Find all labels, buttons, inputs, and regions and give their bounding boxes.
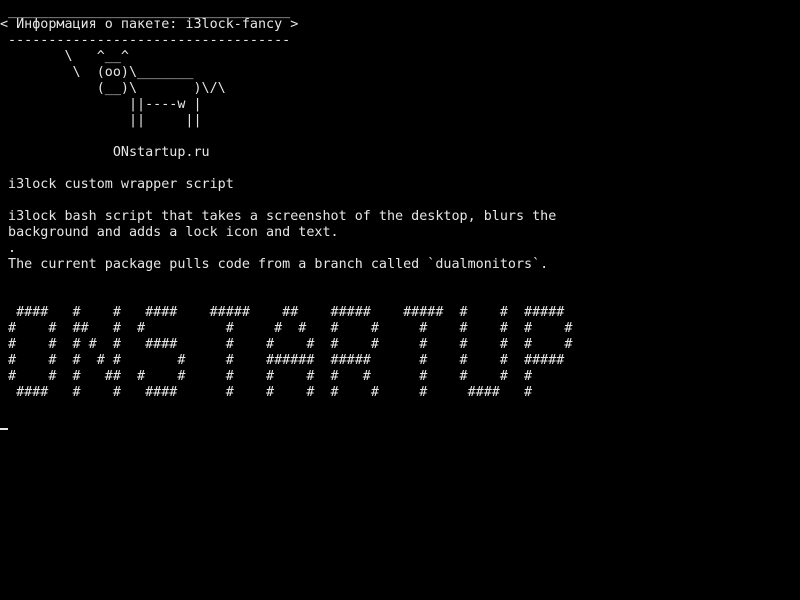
text-cursor: [0, 428, 8, 430]
package-summary: i3lock custom wrapper script: [0, 177, 234, 192]
ascii-cow-line-3: (__)\ )\/\: [0, 81, 226, 96]
package-description-line-2: background and adds a lock icon and text…: [0, 225, 339, 240]
terminal-screen[interactable]: ___________________________________ < Ин…: [0, 0, 800, 600]
banner-line-5: # # # ## # # # # # # # # # # #: [0, 369, 533, 384]
site-credit: ONstartup.ru: [0, 145, 210, 160]
package-description-line-3: .: [0, 241, 17, 256]
ascii-cow-line-4: ||----w |: [0, 97, 202, 112]
package-description-line-4: The current package pulls code from a br…: [0, 257, 549, 272]
banner-line-2: # # ## # # # # # # # # # # # #: [0, 321, 573, 336]
banner-line-4: # # # # # # # ###### ##### # # # #####: [0, 353, 565, 368]
banner-line-1: #### # # #### ##### ## ##### ##### # # #…: [0, 305, 565, 320]
cowsay-package-title: < Информация о пакете: i3lock-fancy >: [0, 17, 299, 32]
cowsay-bottom-border: -----------------------------------: [0, 33, 291, 48]
ascii-cow-line-2: \ (oo)\_______: [0, 65, 194, 80]
package-description-line-1: i3lock bash script that takes a screensh…: [0, 209, 557, 224]
ascii-cow-line-1: \ ^__^: [0, 49, 129, 64]
banner-line-3: # # # # # #### # # # # # # # # # #: [0, 337, 573, 352]
banner-line-6: #### # # #### # # # # # # #### #: [0, 385, 533, 400]
ascii-cow-line-5: || ||: [0, 113, 202, 128]
